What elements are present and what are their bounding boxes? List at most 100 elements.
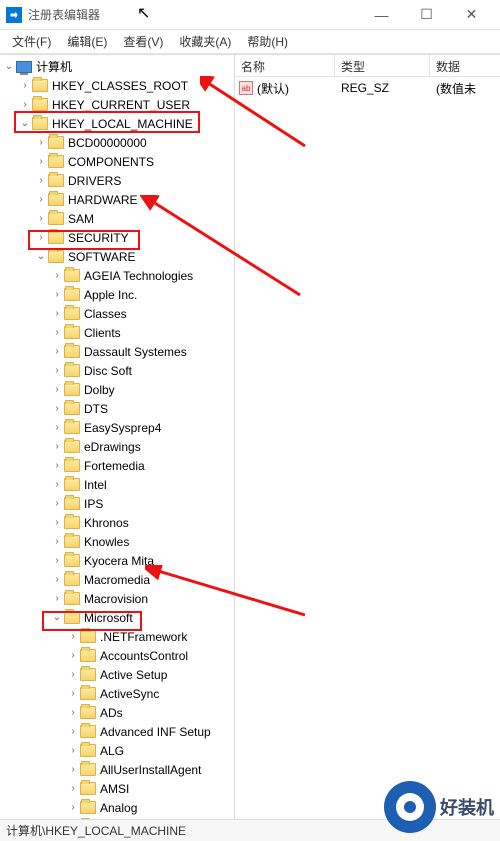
tree-item-amsi[interactable]: › AMSI — [0, 779, 234, 798]
tree-item-easysysprep4[interactable]: ›EasySysprep4 — [0, 418, 234, 437]
tree-item-dolby[interactable]: ›Dolby — [0, 380, 234, 399]
tree-item-classes-root[interactable]: › HKEY_CLASSES_ROOT — [0, 76, 234, 95]
tree-item-components[interactable]: ›COMPONENTS — [0, 152, 234, 171]
chevron-right-icon[interactable]: › — [50, 460, 64, 471]
chevron-right-icon[interactable]: › — [50, 422, 64, 433]
tree-item-macromedia[interactable]: ›Macromedia — [0, 570, 234, 589]
menu-file[interactable]: 文件(F) — [4, 33, 59, 50]
column-name[interactable]: 名称 — [235, 55, 335, 76]
tree-item-hardware[interactable]: ›HARDWARE — [0, 190, 234, 209]
chevron-right-icon[interactable]: › — [50, 308, 64, 319]
tree-root[interactable]: ⌄ 计算机 — [0, 57, 234, 76]
chevron-right-icon[interactable]: › — [66, 783, 80, 794]
chevron-right-icon[interactable]: › — [50, 289, 64, 300]
menu-edit[interactable]: 编辑(E) — [59, 33, 115, 50]
tree-item-active-setup[interactable]: ›Active Setup — [0, 665, 234, 684]
close-button[interactable]: ✕ — [449, 0, 494, 30]
chevron-right-icon[interactable]: › — [50, 365, 64, 376]
chevron-right-icon[interactable]: › — [50, 498, 64, 509]
tree-item-software[interactable]: ⌄SOFTWARE — [0, 247, 234, 266]
chevron-right-icon[interactable]: › — [34, 194, 48, 205]
chevron-right-icon[interactable]: › — [50, 270, 64, 281]
chevron-right-icon[interactable]: › — [50, 593, 64, 604]
chevron-down-icon[interactable]: ⌄ — [2, 61, 16, 72]
tree-item-ageia-technologies[interactable]: ›AGEIA Technologies — [0, 266, 234, 285]
tree-item-dts[interactable]: ›DTS — [0, 399, 234, 418]
tree-item-bcd00000000[interactable]: ›BCD00000000 — [0, 133, 234, 152]
node-label: .NETFramework — [100, 630, 187, 644]
tree-item-knowles[interactable]: ›Knowles — [0, 532, 234, 551]
chevron-right-icon[interactable]: › — [66, 802, 80, 813]
tree-item-edrawings[interactable]: ›eDrawings — [0, 437, 234, 456]
tree-item-appserviceprotocols[interactable]: ›AppServiceProtocols — [0, 817, 234, 819]
menu-view[interactable]: 查看(V) — [115, 33, 171, 50]
chevron-right-icon[interactable]: › — [50, 441, 64, 452]
chevron-right-icon[interactable]: › — [66, 745, 80, 756]
chevron-right-icon[interactable]: › — [50, 327, 64, 338]
tree-item-apple-inc-[interactable]: ›Apple Inc. — [0, 285, 234, 304]
tree-item-ads[interactable]: ›ADs — [0, 703, 234, 722]
node-label: Advanced INF Setup — [100, 725, 211, 739]
node-label: AMSI — [100, 782, 129, 796]
chevron-right-icon[interactable]: › — [50, 384, 64, 395]
chevron-right-icon[interactable]: › — [34, 213, 48, 224]
tree-item--netframework[interactable]: › .NETFramework — [0, 627, 234, 646]
tree-item-dassault-systemes[interactable]: ›Dassault Systemes — [0, 342, 234, 361]
chevron-right-icon[interactable]: › — [66, 650, 80, 661]
maximize-button[interactable]: ☐ — [404, 0, 449, 30]
column-data[interactable]: 数据 — [430, 55, 500, 76]
tree-item-analog[interactable]: ›Analog — [0, 798, 234, 817]
chevron-right-icon[interactable]: › — [18, 99, 32, 110]
tree-scroll[interactable]: ⌄ 计算机 › HKEY_CLASSES_ROOT › HKEY_CURRENT… — [0, 55, 234, 819]
chevron-right-icon[interactable]: › — [34, 175, 48, 186]
tree-item-local-machine[interactable]: ⌄ HKEY_LOCAL_MACHINE — [0, 114, 234, 133]
chevron-down-icon[interactable]: ⌄ — [18, 118, 32, 129]
tree-item-clients[interactable]: ›Clients — [0, 323, 234, 342]
chevron-right-icon[interactable]: › — [66, 688, 80, 699]
column-type[interactable]: 类型 — [335, 55, 430, 76]
tree-item-advanced-inf-setup[interactable]: › Advanced INF Setup — [0, 722, 234, 741]
tree-item-classes[interactable]: ›Classes — [0, 304, 234, 323]
chevron-right-icon[interactable]: › — [66, 669, 80, 680]
tree-item-intel[interactable]: ›Intel — [0, 475, 234, 494]
chevron-right-icon[interactable]: › — [34, 232, 48, 243]
tree-item-disc-soft[interactable]: ›Disc Soft — [0, 361, 234, 380]
minimize-button[interactable]: — — [359, 0, 404, 30]
tree-item-drivers[interactable]: ›DRIVERS — [0, 171, 234, 190]
tree-item-khronos[interactable]: ›Khronos — [0, 513, 234, 532]
menu-help[interactable]: 帮助(H) — [239, 33, 296, 50]
chevron-right-icon[interactable]: › — [66, 631, 80, 642]
menu-favorites[interactable]: 收藏夹(A) — [171, 33, 239, 50]
tree-item-sam[interactable]: ›SAM — [0, 209, 234, 228]
chevron-right-icon[interactable]: › — [50, 574, 64, 585]
chevron-right-icon[interactable]: › — [34, 156, 48, 167]
tree-item-accountscontrol[interactable]: ›AccountsControl — [0, 646, 234, 665]
chevron-right-icon[interactable]: › — [50, 555, 64, 566]
tree-item-current-user[interactable]: › HKEY_CURRENT_USER — [0, 95, 234, 114]
tree-item-ips[interactable]: ›IPS — [0, 494, 234, 513]
chevron-right-icon[interactable]: › — [66, 726, 80, 737]
chevron-right-icon[interactable]: › — [66, 764, 80, 775]
chevron-right-icon[interactable]: › — [66, 707, 80, 718]
tree-item-alluserinstallagent[interactable]: › AllUserInstallAgent — [0, 760, 234, 779]
chevron-right-icon[interactable]: › — [50, 536, 64, 547]
logo-icon — [384, 781, 436, 833]
chevron-down-icon[interactable]: ⌄ — [34, 251, 48, 262]
chevron-down-icon[interactable]: ⌄ — [50, 612, 64, 623]
tree-item-kyocera-mita[interactable]: ›Kyocera Mita — [0, 551, 234, 570]
tree-item-fortemedia[interactable]: ›Fortemedia — [0, 456, 234, 475]
chevron-right-icon[interactable]: › — [50, 479, 64, 490]
tree-item-security[interactable]: ›SECURITY — [0, 228, 234, 247]
chevron-right-icon[interactable]: › — [50, 517, 64, 528]
chevron-right-icon[interactable]: › — [50, 346, 64, 357]
chevron-right-icon[interactable]: › — [34, 137, 48, 148]
tree-item-alg[interactable]: ›ALG — [0, 741, 234, 760]
list-row[interactable]: ab (默认) REG_SZ (数值未 — [235, 79, 500, 97]
chevron-right-icon[interactable]: › — [18, 80, 32, 91]
tree-item-activesync[interactable]: ›ActiveSync — [0, 684, 234, 703]
tree-item-macrovision[interactable]: ›Macrovision — [0, 589, 234, 608]
chevron-right-icon[interactable]: › — [50, 403, 64, 414]
folder-icon — [64, 288, 80, 301]
node-label: AllUserInstallAgent — [100, 763, 201, 777]
tree-item-microsoft[interactable]: ⌄Microsoft — [0, 608, 234, 627]
